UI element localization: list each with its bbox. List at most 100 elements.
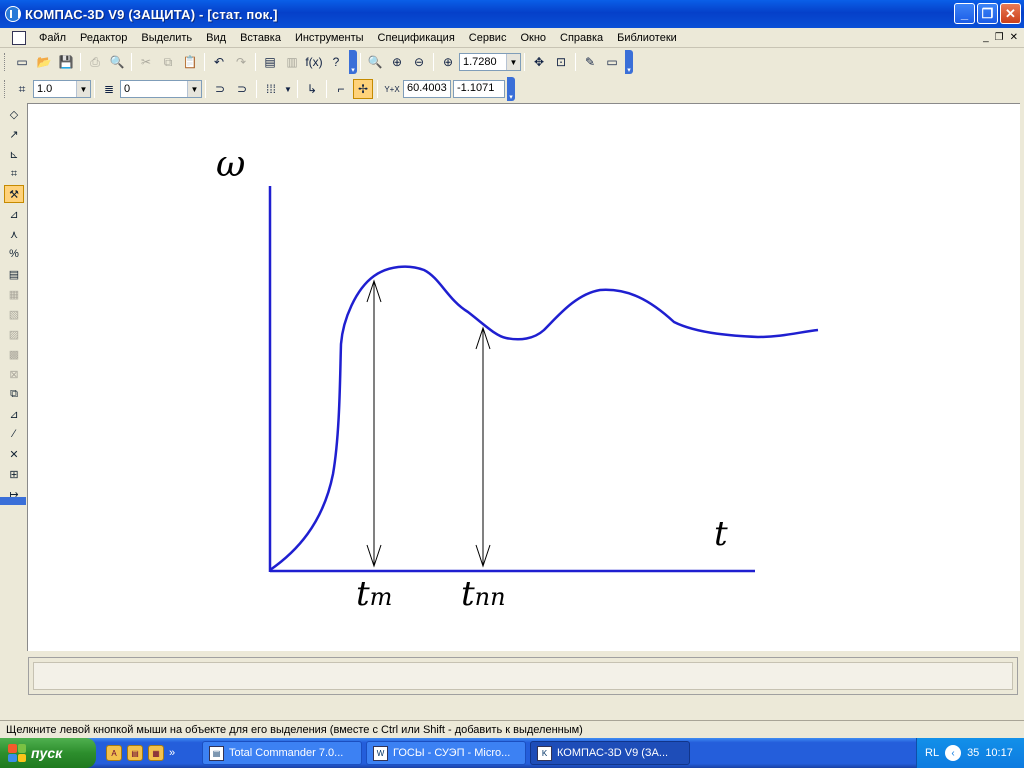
task-word-document[interactable]: W ГОСЫ - СУЭП - Micro...: [366, 741, 526, 765]
chevron-down-icon[interactable]: ▼: [76, 81, 90, 97]
mdi-close-icon[interactable]: ✕: [1010, 32, 1018, 43]
menu-editor[interactable]: Редактор: [73, 32, 134, 44]
parametrization-icon[interactable]: ⚒: [4, 185, 24, 203]
manager-icon[interactable]: ▤: [260, 52, 280, 72]
tpp-dimension-line[interactable]: [475, 326, 491, 568]
open-icon[interactable]: 📂: [34, 52, 54, 72]
print-icon[interactable]: ⎙: [85, 52, 105, 72]
document-icon[interactable]: [12, 30, 26, 45]
coord-x-field[interactable]: 60.4003: [403, 80, 451, 98]
menu-view[interactable]: Вид: [199, 32, 233, 44]
layers-icon[interactable]: ≣: [99, 79, 119, 99]
tool-dis-2-icon[interactable]: ▧: [4, 305, 24, 323]
dimensions-icon[interactable]: ↗: [4, 125, 24, 143]
toolbar-options-icon[interactable]: ▾: [349, 50, 357, 74]
geometry-icon[interactable]: ◇: [4, 105, 24, 123]
snap-local-icon[interactable]: ⊃: [232, 79, 252, 99]
menu-insert[interactable]: Вставка: [233, 32, 288, 44]
start-button[interactable]: пуск: [0, 738, 96, 768]
quick-launch-icon-2[interactable]: ▤: [127, 745, 143, 761]
redo-icon[interactable]: ↷: [231, 52, 251, 72]
tm-dimension-line[interactable]: [366, 279, 382, 568]
save-icon[interactable]: 💾: [56, 52, 76, 72]
minimize-button[interactable]: _: [954, 3, 975, 24]
cut-icon[interactable]: ✂: [136, 52, 156, 72]
chevron-down-icon[interactable]: ▼: [283, 79, 293, 99]
kompas-app-icon[interactable]: [5, 6, 21, 22]
grid-icon[interactable]: ⁞⁞⁞: [261, 79, 281, 99]
quick-launch-icon-1[interactable]: A: [106, 745, 122, 761]
toolbar-options-icon[interactable]: ▾: [625, 50, 633, 74]
language-indicator[interactable]: RL: [925, 747, 939, 759]
close-button[interactable]: ✕: [1000, 3, 1021, 24]
zoom-scale-icon[interactable]: ⊕: [438, 52, 458, 72]
measure-icon[interactable]: ⊿: [4, 205, 24, 223]
toolbar-grip[interactable]: [4, 53, 8, 71]
break-icon[interactable]: ✕: [4, 445, 24, 463]
edit-icon[interactable]: ⌗: [4, 165, 24, 183]
title-bar[interactable]: КОМПАС-3D V9 (ЗАЩИТА) - [стат. пок.] _ ❐…: [0, 0, 1024, 28]
refresh-icon[interactable]: ✎: [580, 52, 600, 72]
chevron-down-icon[interactable]: ▼: [187, 81, 201, 97]
task-kompas[interactable]: K КОМПАС-3D V9 (ЗА...: [530, 741, 690, 765]
new-document-icon[interactable]: ▭: [12, 52, 32, 72]
quick-launch-icon-3[interactable]: ▦: [148, 745, 164, 761]
paste-icon[interactable]: 📋: [180, 52, 200, 72]
menu-window[interactable]: Окно: [513, 32, 553, 44]
quick-launch-more-icon[interactable]: »: [169, 747, 175, 759]
menu-select[interactable]: Выделить: [134, 32, 199, 44]
library-icon[interactable]: ▥: [282, 52, 302, 72]
menu-tools[interactable]: Инструменты: [288, 32, 371, 44]
menu-specification[interactable]: Спецификация: [371, 32, 462, 44]
tool-dis-3-icon[interactable]: ▨: [4, 325, 24, 343]
zoom-scale-select[interactable]: 1.7280 ▼: [459, 53, 521, 71]
tool-dis-5-icon[interactable]: ⊠: [4, 365, 24, 383]
mdi-minimize-icon[interactable]: _: [983, 32, 989, 43]
report-icon[interactable]: ▤: [4, 265, 24, 283]
maximize-button[interactable]: ❐: [977, 3, 998, 24]
select-icon[interactable]: ⋏: [4, 225, 24, 243]
assoc-view-icon[interactable]: ⧉: [4, 385, 24, 403]
spec-icon[interactable]: %: [4, 245, 24, 263]
local-cs-icon[interactable]: ↳: [302, 79, 322, 99]
zoom-window-icon[interactable]: 🔍: [365, 52, 385, 72]
response-curve[interactable]: [269, 265, 819, 572]
print-preview-icon[interactable]: 🔍: [107, 52, 127, 72]
menu-libraries[interactable]: Библиотеки: [610, 32, 684, 44]
trim-icon[interactable]: ⁄: [4, 425, 24, 443]
zoom-out-icon[interactable]: ⊖: [409, 52, 429, 72]
menu-file[interactable]: Файл: [32, 32, 73, 44]
step-select[interactable]: 1.0 ▼: [33, 80, 91, 98]
fx-variables-icon[interactable]: f(x): [304, 52, 324, 72]
zoom-in-icon[interactable]: ⊕: [387, 52, 407, 72]
layer-select[interactable]: 0 ▼: [120, 80, 202, 98]
tool-dis-1-icon[interactable]: ▦: [4, 285, 24, 303]
designations-icon[interactable]: ⊾: [4, 145, 24, 163]
snap-toggle-icon[interactable]: ✢: [353, 79, 373, 99]
fragment-icon[interactable]: ⊞: [4, 465, 24, 483]
coord-y-field[interactable]: -1.1071: [453, 80, 505, 98]
undo-icon[interactable]: ↶: [209, 52, 229, 72]
pan-icon[interactable]: ✥: [529, 52, 549, 72]
task-total-commander[interactable]: ▤ Total Commander 7.0...: [202, 741, 362, 765]
context-help-icon[interactable]: ?: [326, 52, 346, 72]
toolbar-grip[interactable]: [4, 80, 8, 98]
tool-dis-4-icon[interactable]: ▩: [4, 345, 24, 363]
ortho-mode-icon[interactable]: ⌐: [331, 79, 351, 99]
drawing-svg[interactable]: [28, 104, 1021, 652]
snap-magnet-icon[interactable]: ⊃: [210, 79, 230, 99]
toolbar-options-icon[interactable]: [0, 497, 26, 505]
cut-line-icon[interactable]: ⊿: [4, 405, 24, 423]
menu-service[interactable]: Сервис: [462, 32, 514, 44]
copy-icon[interactable]: ⧉: [158, 52, 178, 72]
menu-help[interactable]: Справка: [553, 32, 610, 44]
tray-app-icon[interactable]: 35: [967, 747, 979, 759]
toolbar-options-icon[interactable]: ▾: [507, 77, 515, 101]
display-icon[interactable]: ▭: [602, 52, 622, 72]
grid-step-icon[interactable]: ⌗: [12, 79, 32, 99]
chevron-down-icon[interactable]: ▼: [506, 54, 520, 70]
tray-arrow-icon[interactable]: ‹: [945, 745, 962, 761]
mdi-restore-icon[interactable]: ❐: [995, 32, 1004, 43]
show-all-icon[interactable]: ⊡: [551, 52, 571, 72]
drawing-canvas[interactable]: ω t tm tпп: [27, 103, 1020, 651]
